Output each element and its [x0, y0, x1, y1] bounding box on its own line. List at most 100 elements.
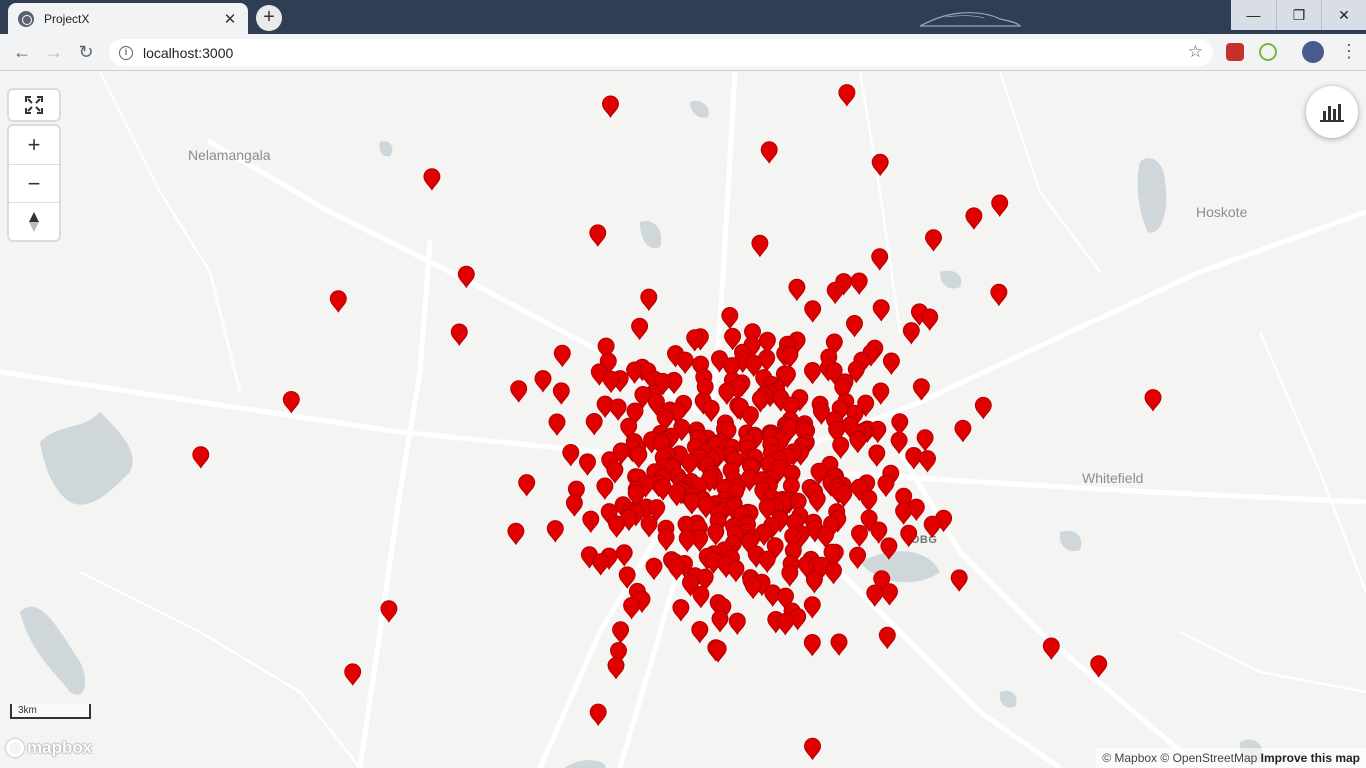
map-marker[interactable] [849, 546, 867, 570]
map-marker[interactable] [741, 406, 759, 429]
map-marker[interactable] [602, 370, 620, 394]
map-marker[interactable] [380, 600, 398, 623]
map-marker[interactable] [950, 569, 968, 592]
map-marker[interactable] [691, 621, 709, 644]
map-marker[interactable] [781, 564, 799, 587]
map-marker[interactable] [657, 528, 675, 552]
map-marker[interactable] [804, 300, 822, 323]
map-marker[interactable] [868, 444, 886, 467]
reload-icon[interactable]: ↻ [74, 40, 98, 64]
map-marker[interactable] [709, 640, 727, 663]
mapbox-logo[interactable]: mapbox [6, 738, 92, 758]
map-marker[interactable] [744, 576, 762, 600]
map-marker[interactable] [344, 663, 362, 686]
tab-close-button[interactable]: ✕ [222, 10, 238, 28]
map-marker[interactable] [872, 299, 890, 322]
map-marker[interactable] [912, 378, 930, 401]
map-marker[interactable] [667, 558, 686, 581]
map-marker[interactable] [974, 396, 992, 420]
map-marker[interactable] [683, 492, 701, 515]
map-marker[interactable] [518, 474, 536, 497]
map-marker[interactable] [808, 490, 826, 513]
map-marker[interactable] [776, 613, 794, 636]
map-marker[interactable] [630, 446, 648, 469]
avatar[interactable] [1302, 41, 1324, 63]
extension-icon[interactable] [1259, 43, 1277, 61]
map-marker[interactable] [1144, 389, 1162, 412]
map-marker[interactable] [678, 529, 696, 553]
map-marker[interactable] [552, 382, 570, 405]
map-marker[interactable] [721, 307, 739, 330]
map-marker[interactable] [329, 290, 347, 313]
map-marker[interactable] [607, 657, 625, 680]
map-marker[interactable] [645, 557, 663, 581]
compass-icon[interactable] [9, 202, 59, 240]
map-marker[interactable] [882, 352, 900, 375]
map-marker[interactable] [891, 413, 909, 436]
minimize-button[interactable]: — [1231, 0, 1276, 30]
map-marker[interactable] [803, 634, 821, 657]
map-marker[interactable] [751, 234, 769, 258]
map-marker[interactable] [860, 489, 878, 513]
map-marker[interactable] [845, 315, 864, 338]
map-marker[interactable] [450, 323, 468, 346]
map-marker[interactable] [921, 308, 939, 331]
map-marker[interactable] [890, 431, 908, 455]
forward-icon[interactable]: → [42, 40, 66, 64]
map-marker[interactable] [612, 621, 630, 644]
map-marker[interactable] [423, 168, 441, 191]
map-marker[interactable] [838, 84, 856, 107]
map-marker[interactable] [824, 562, 843, 585]
map-marker[interactable] [850, 524, 869, 548]
attribution-mapbox-link[interactable]: © Mapbox [1102, 751, 1157, 765]
map-marker[interactable] [282, 391, 300, 414]
map-marker[interactable] [923, 515, 941, 539]
map-marker[interactable] [805, 571, 823, 594]
map-marker[interactable] [565, 494, 583, 517]
map-marker[interactable] [902, 322, 920, 345]
map-marker[interactable] [562, 444, 580, 467]
map-marker[interactable] [640, 288, 658, 312]
star-icon[interactable]: ☆ [1188, 42, 1203, 62]
map-marker[interactable] [895, 502, 913, 525]
map-marker[interactable] [609, 398, 627, 421]
restore-button[interactable]: ❐ [1276, 0, 1321, 30]
map-marker[interactable] [553, 344, 571, 368]
map-marker[interactable] [727, 560, 745, 583]
map-marker[interactable] [918, 450, 937, 473]
map-marker[interactable] [866, 584, 884, 607]
map-marker[interactable] [760, 141, 778, 164]
map-marker[interactable] [596, 477, 614, 500]
map-marker[interactable] [585, 413, 603, 436]
map-marker[interactable] [871, 153, 889, 177]
map-marker[interactable] [672, 599, 690, 622]
map-marker[interactable] [1090, 655, 1108, 678]
map-marker[interactable] [692, 585, 710, 609]
map-marker[interactable] [546, 520, 564, 543]
map-marker[interactable] [510, 380, 528, 403]
map-marker[interactable] [872, 382, 890, 405]
map-marker[interactable] [578, 453, 597, 476]
map-marker[interactable] [457, 265, 475, 289]
browser-tab[interactable]: ProjectX ✕ [8, 3, 248, 34]
close-window-button[interactable]: ✕ [1321, 0, 1366, 30]
map-marker[interactable] [990, 283, 1008, 307]
map-marker[interactable] [758, 550, 776, 574]
zoom-out-button[interactable]: − [9, 164, 59, 202]
map-marker[interactable] [878, 626, 896, 650]
map-marker[interactable] [702, 399, 720, 423]
map-marker[interactable] [954, 419, 972, 443]
map-marker[interactable] [803, 596, 821, 619]
map-marker[interactable] [707, 523, 725, 546]
map-marker[interactable] [654, 478, 672, 501]
map-marker[interactable] [832, 436, 850, 459]
map-marker[interactable] [601, 95, 620, 118]
zoom-in-button[interactable]: + [9, 126, 59, 164]
map-marker[interactable] [507, 522, 525, 546]
marker-layer[interactable] [0, 72, 1366, 768]
map-marker[interactable] [803, 737, 822, 761]
extension-icon[interactable] [1226, 43, 1244, 61]
kebab-menu-icon[interactable]: ⋮ [1340, 40, 1358, 64]
map-marker[interactable] [803, 362, 822, 385]
map-marker[interactable] [880, 583, 899, 606]
